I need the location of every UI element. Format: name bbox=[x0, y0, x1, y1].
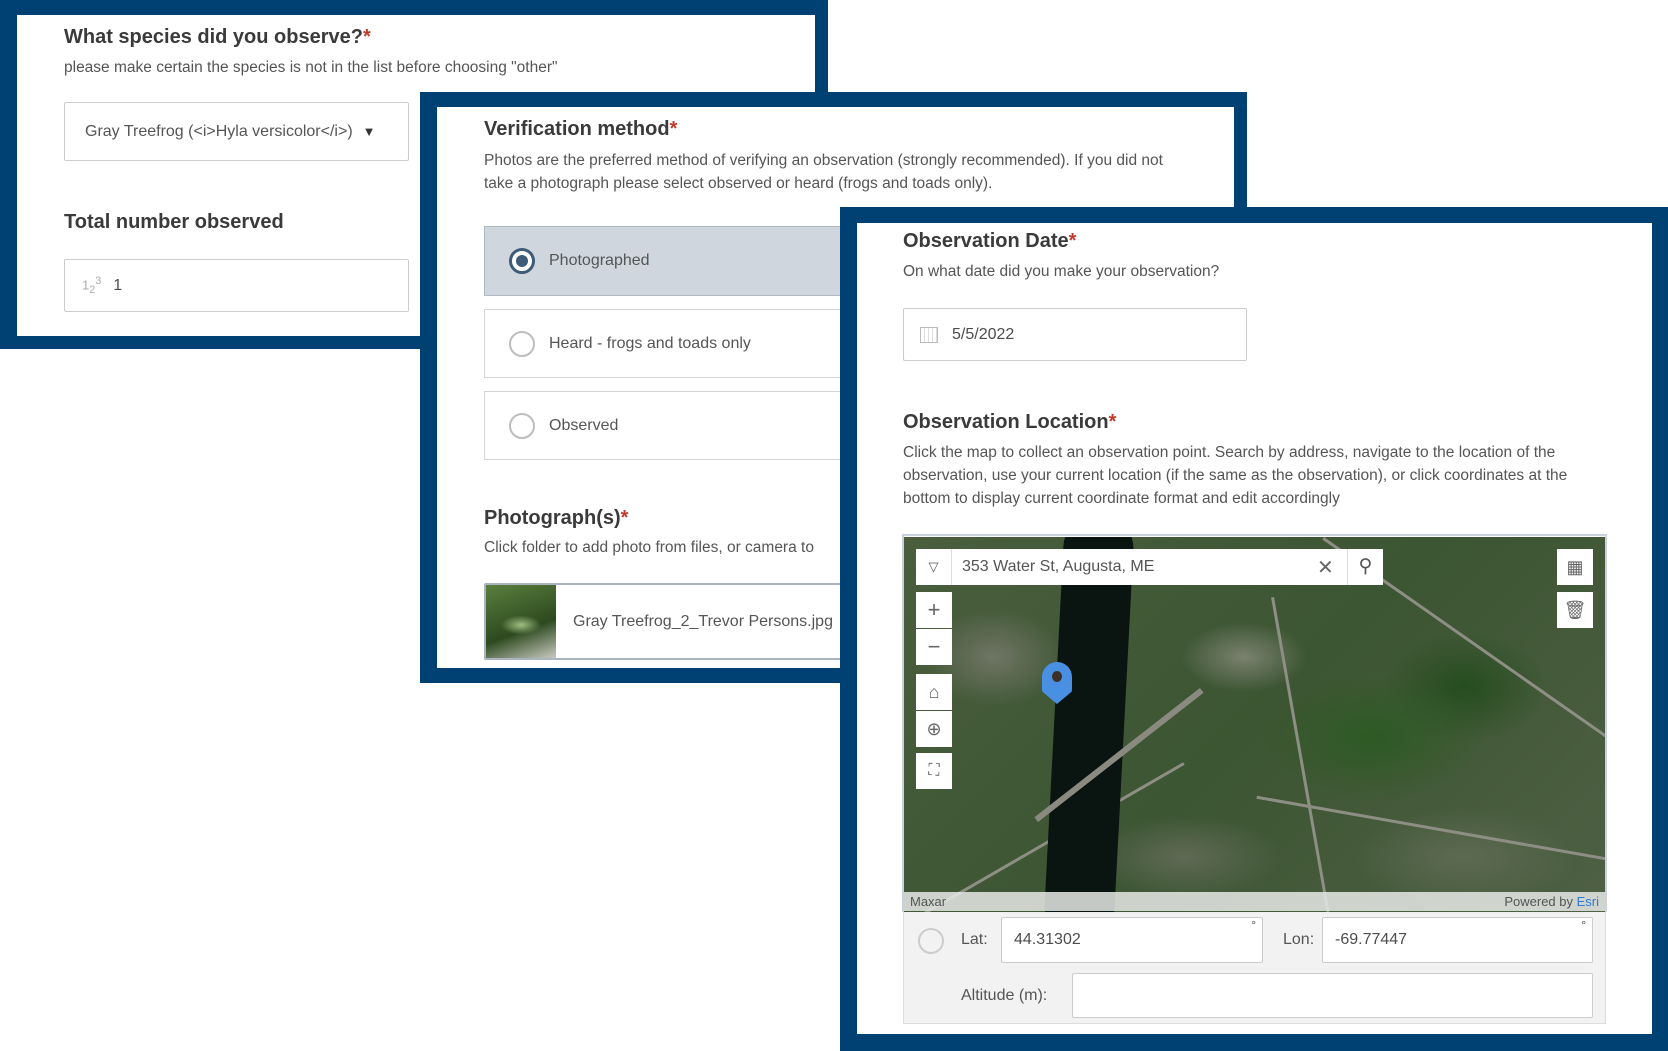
date-question: Observation Date* bbox=[903, 230, 1076, 253]
photo-filename: Gray Treefrog_2_Trevor Persons.jpg bbox=[573, 612, 833, 630]
radio-unchecked-icon bbox=[509, 412, 535, 439]
required-mark: * bbox=[620, 507, 629, 529]
photo-question: Photograph(s)* bbox=[484, 507, 628, 530]
location-question: Observation Location* bbox=[903, 411, 1116, 434]
radio-checked-icon bbox=[509, 248, 535, 274]
required-mark: * bbox=[362, 26, 371, 48]
chevron-down-icon: ▼ bbox=[362, 124, 376, 139]
zoom-out-button[interactable]: − bbox=[916, 629, 952, 665]
qr-code-button[interactable]: ▦ bbox=[1557, 549, 1593, 585]
delete-button[interactable]: 🗑 bbox=[1557, 592, 1593, 628]
location-title: Observation Location bbox=[903, 411, 1109, 433]
map-view[interactable] bbox=[904, 537, 1605, 912]
radio-unchecked-icon bbox=[509, 330, 535, 357]
date-value: 5/5/2022 bbox=[952, 325, 1015, 343]
option-label: Observed bbox=[549, 416, 619, 434]
number-icon: 123 bbox=[82, 275, 102, 296]
lon-input[interactable]: -69.77447 ° bbox=[1322, 917, 1593, 963]
calendar-icon bbox=[920, 326, 938, 343]
zoom-in-button[interactable]: + bbox=[916, 592, 952, 628]
lon-value: -69.77447 bbox=[1335, 931, 1408, 948]
option-label: Photographed bbox=[549, 252, 650, 269]
lat-input[interactable]: 44.31302 ° bbox=[1001, 917, 1263, 963]
date-title: Observation Date bbox=[903, 230, 1069, 252]
home-button[interactable]: ⌂ bbox=[916, 674, 952, 710]
lat-value: 44.31302 bbox=[1014, 931, 1081, 948]
altitude-label: Altitude (m): bbox=[961, 987, 1048, 1004]
search-icon[interactable]: ⚲ bbox=[1347, 549, 1383, 585]
attribution-powered: Powered by bbox=[1504, 894, 1577, 909]
verification-hint: Photos are the preferred method of verif… bbox=[484, 152, 1163, 192]
map-search-bar: ▽ 353 Water St, Augusta, ME ✕ ⚲ bbox=[916, 549, 1383, 585]
species-question: What species did you observe?* bbox=[64, 26, 371, 49]
required-mark: * bbox=[1068, 230, 1077, 252]
esri-link[interactable]: Esri bbox=[1577, 894, 1599, 909]
count-value: 1 bbox=[113, 276, 123, 294]
verification-question: Verification method* bbox=[484, 118, 677, 141]
photo-thumbnail[interactable] bbox=[486, 585, 556, 658]
verification-title: Verification method bbox=[484, 118, 670, 140]
lat-label: Lat: bbox=[961, 931, 988, 948]
location-hint: Click the map to collect an observation … bbox=[903, 444, 1568, 507]
locate-button[interactable]: ⊕ bbox=[916, 711, 952, 747]
clear-search-icon[interactable]: ✕ bbox=[1317, 555, 1347, 580]
option-label: Heard - frogs and toads only bbox=[549, 334, 751, 352]
photo-title: Photograph(s) bbox=[484, 507, 621, 529]
count-label: Total number observed bbox=[64, 211, 284, 233]
count-input[interactable]: 123 1 bbox=[64, 259, 409, 312]
degree-symbol: ° bbox=[1251, 918, 1256, 932]
map-search-input[interactable]: 353 Water St, Augusta, ME bbox=[952, 558, 1317, 576]
date-hint: On what date did you make your observati… bbox=[903, 263, 1220, 280]
fullscreen-button[interactable]: ⛶ bbox=[916, 753, 952, 789]
attribution-maxar: Maxar bbox=[910, 894, 947, 909]
search-source-dropdown-icon[interactable]: ▽ bbox=[916, 549, 952, 585]
species-title: What species did you observe? bbox=[64, 26, 363, 48]
species-selected-value: Gray Treefrog (<i>Hyla versicolor</i>) bbox=[85, 122, 353, 140]
lon-label: Lon: bbox=[1283, 931, 1315, 948]
species-dropdown[interactable]: Gray Treefrog (<i>Hyla versicolor</i>) ▼ bbox=[64, 102, 409, 161]
altitude-input[interactable] bbox=[1072, 973, 1593, 1018]
map-attribution: Maxar Powered by Esri bbox=[904, 892, 1605, 911]
date-input[interactable]: 5/5/2022 bbox=[903, 308, 1247, 361]
degree-symbol: ° bbox=[1581, 918, 1586, 932]
species-hint: please make certain the species is not i… bbox=[64, 59, 558, 76]
required-mark: * bbox=[1108, 411, 1117, 433]
required-mark: * bbox=[669, 118, 678, 140]
location-target-icon[interactable] bbox=[918, 928, 944, 954]
photo-hint: Click folder to add photo from files, or… bbox=[484, 539, 814, 556]
